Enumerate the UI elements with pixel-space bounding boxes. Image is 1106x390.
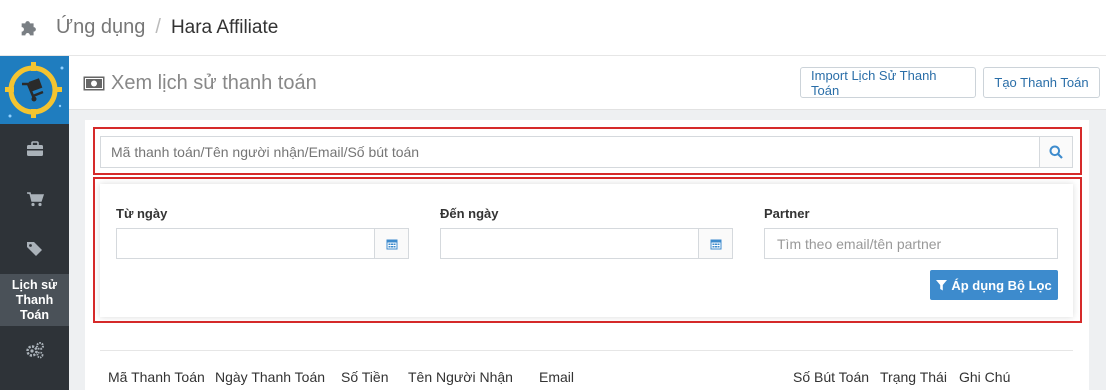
sidebar-item-label-line2: Thanh Toán <box>15 292 54 322</box>
page-title-text: Xem lịch sử thanh toán <box>111 72 317 94</box>
column-header-status[interactable]: Trạng Thái <box>880 369 947 385</box>
to-date-label: Đến ngày <box>440 206 499 221</box>
to-date-calendar-button[interactable] <box>698 229 732 258</box>
sidebar-item-cart[interactable] <box>0 174 69 224</box>
puzzle-icon <box>21 20 36 35</box>
sidebar-item-label-line1: Lịch sử <box>11 277 58 292</box>
affiliate-logo-icon <box>0 56 69 124</box>
search-icon <box>1049 145 1063 159</box>
column-header-recipient-name[interactable]: Tên Người Nhận <box>408 369 513 385</box>
from-date-field[interactable] <box>116 228 409 259</box>
sidebar-item-briefcase[interactable] <box>0 124 69 174</box>
page-header: Xem lịch sử thanh toán Import Lịch Sử Th… <box>69 56 1106 110</box>
import-history-button[interactable]: Import Lịch Sử Thanh Toán <box>800 67 976 98</box>
calendar-icon <box>386 239 397 249</box>
top-bar: Ứng dụng / Hara Affiliate <box>0 0 1106 56</box>
from-date-calendar-button[interactable] <box>374 229 408 258</box>
breadcrumb-current: Hara Affiliate <box>170 16 279 38</box>
column-header-entry-number[interactable]: Số Bút Toán <box>793 369 869 385</box>
payments-table-header: Mã Thanh Toán Ngày Thanh Toán Số Tiền Tê… <box>100 350 1073 390</box>
partner-label: Partner <box>764 206 810 221</box>
filter-icon <box>936 279 948 290</box>
sidebar: Lịch sử Thanh Toán <box>0 56 69 390</box>
search-button[interactable] <box>1039 137 1072 167</box>
column-header-payment-code[interactable]: Mã Thanh Toán <box>108 369 205 385</box>
cart-icon <box>26 192 44 207</box>
gears-icon <box>25 342 44 359</box>
calendar-icon <box>710 239 721 249</box>
breadcrumb-separator: / <box>155 16 161 38</box>
apply-filter-label: Áp dụng Bộ Lọc <box>951 277 1052 293</box>
from-date-label: Từ ngày <box>116 206 168 221</box>
sidebar-item-tags[interactable] <box>0 224 69 274</box>
column-header-amount[interactable]: Số Tiền <box>341 369 388 385</box>
column-header-email[interactable]: Email <box>539 369 574 385</box>
app-logo[interactable] <box>0 56 69 124</box>
column-header-notes[interactable]: Ghi Chú <box>959 369 1010 385</box>
briefcase-icon <box>26 141 43 156</box>
breadcrumb-app-link[interactable]: Ứng dụng <box>56 16 145 39</box>
apply-filter-button[interactable]: Áp dụng Bộ Lọc <box>930 270 1058 300</box>
sidebar-item-payment-history[interactable]: Lịch sử Thanh Toán <box>0 274 69 326</box>
money-icon <box>83 76 105 91</box>
page-title: Xem lịch sử thanh toán <box>83 72 317 95</box>
create-payment-button[interactable]: Tạo Thanh Toán <box>983 67 1100 98</box>
partner-search-input[interactable]: Tìm theo email/tên partner <box>764 228 1058 259</box>
main-content: Xem lịch sử thanh toán Import Lịch Sử Th… <box>69 56 1106 390</box>
filter-panel: Từ ngày Đến ngày Partner Tìm theo email/… <box>100 184 1073 317</box>
column-header-payment-date[interactable]: Ngày Thanh Toán <box>215 369 325 385</box>
tags-icon <box>26 242 42 256</box>
to-date-field[interactable] <box>440 228 733 259</box>
search-bar <box>100 136 1073 168</box>
sidebar-item-settings[interactable] <box>0 326 69 374</box>
search-input[interactable] <box>101 137 1039 167</box>
